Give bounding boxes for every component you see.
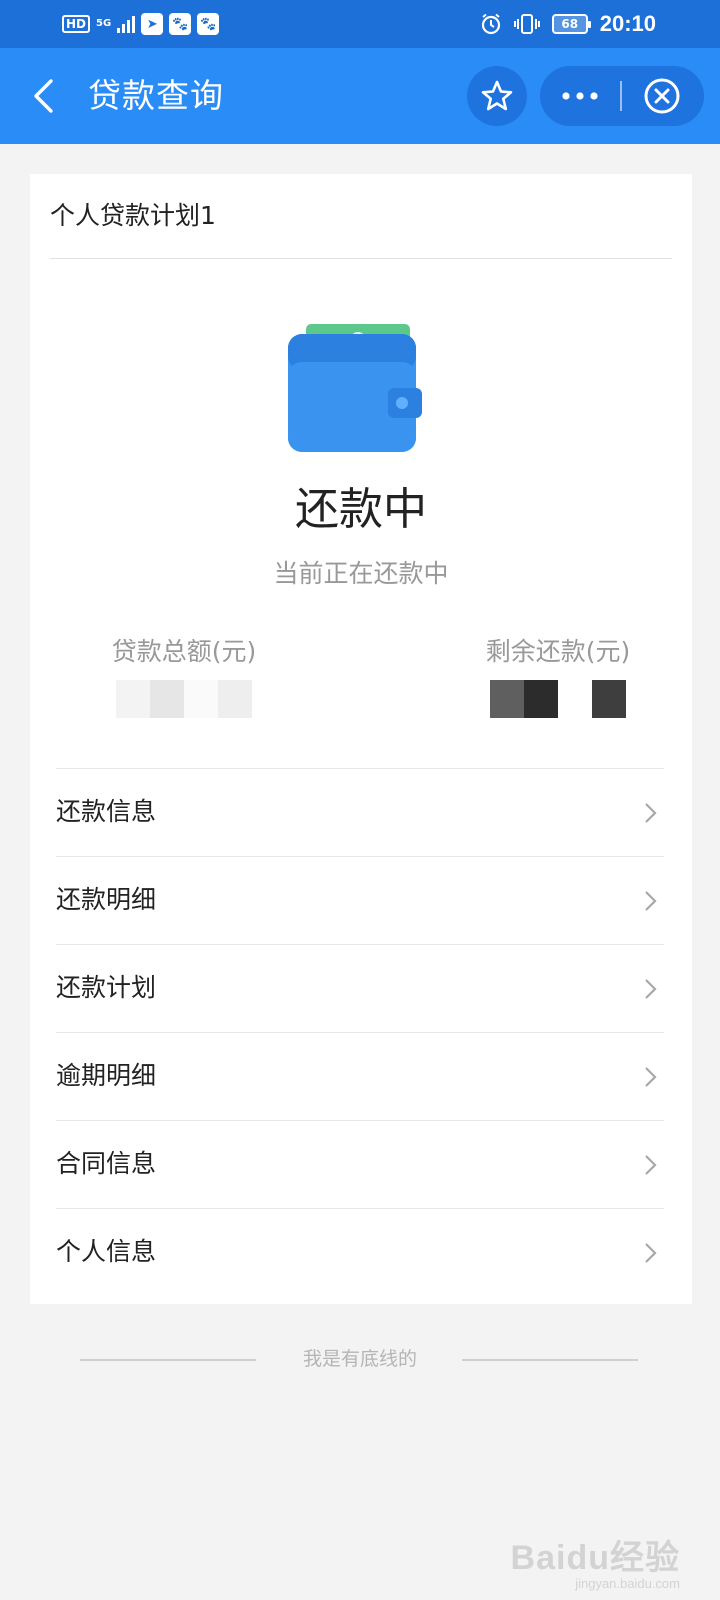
close-circle-icon [644,78,680,114]
total-amount-block: 贷款总额(元) [34,636,334,718]
menu-item-label: 合同信息 [56,1149,157,1178]
total-amount-label: 贷款总额(元) [111,637,257,666]
menu-item-label: 还款信息 [56,797,157,826]
status-bar: HD 5G ➤ 🐾 🐾 68 20:10 [0,0,720,48]
chevron-right-icon [645,979,657,999]
menu-item-label: 逾期明细 [56,1061,157,1090]
baidu-icon: 🐾 [169,13,192,35]
5g-icon: 5G [96,18,112,29]
menu-item-label: 个人信息 [56,1237,157,1266]
chevron-right-icon [645,1243,657,1263]
remaining-amount-value-obscured [408,680,708,718]
divider [50,258,672,259]
end-of-list-footer: 我是有底线的 [0,1340,720,1380]
watermark-logo-text: Baidu经验 [510,1539,680,1577]
loan-status-description: 当前正在还款中 [273,559,449,588]
status-time: 20:10 [599,11,656,36]
nav-bar: 贷款查询 [0,48,720,144]
back-icon [34,79,53,113]
status-left-indicators: HD 5G ➤ 🐾 🐾 [62,12,220,36]
hd-icon: HD [62,15,91,33]
baidu-icon: 🐾 [197,13,220,35]
watermark-url: jingyan.baidu.com [575,1576,680,1591]
back-button[interactable] [22,74,66,118]
loan-plan-card: 个人贷款计划1 还款中 当前正在还款中 贷款总额(元) 剩余还款(元) 还款信息 [30,174,692,1304]
divider [462,1359,638,1361]
loan-menu: 还款信息 还款明细 还款计划 逾期明细 合同信息 个人信息 [56,768,664,1296]
loan-status: 还款中 [295,484,427,535]
menu-item-label: 还款明细 [56,885,157,914]
more-icon [562,92,598,100]
mini-program-capsule [540,66,704,126]
chevron-right-icon [645,891,657,911]
menu-item-repayment-details[interactable]: 还款明细 [56,856,664,944]
more-button[interactable] [540,66,620,126]
signal-icon [117,15,136,33]
menu-item-repayment-plan[interactable]: 还款计划 [56,944,664,1032]
chevron-right-icon [645,1067,657,1087]
close-button[interactable] [622,66,702,126]
wallet-icon [288,324,422,452]
favorite-button[interactable] [467,66,527,126]
page-title: 贷款查询 [88,76,224,115]
star-icon [481,80,513,111]
menu-item-repayment-info[interactable]: 还款信息 [56,768,664,856]
remaining-amount-label: 剩余还款(元) [485,637,631,666]
total-amount-value-obscured [34,680,334,718]
chevron-right-icon [645,803,657,823]
menu-item-label: 还款计划 [56,973,157,1002]
menu-item-contract-info[interactable]: 合同信息 [56,1120,664,1208]
battery-icon: 68 [551,14,591,34]
status-right-indicators: 68 20:10 [480,10,656,38]
vibrate-icon [513,14,540,34]
plan-title: 个人贷款计划1 [50,201,216,230]
alarm-icon [481,13,500,35]
menu-item-personal-info[interactable]: 个人信息 [56,1208,664,1296]
baidu-watermark: Baidu经验 jingyan.baidu.com [511,1540,680,1592]
app-notification-icon: ➤ [141,13,164,35]
remaining-amount-block: 剩余还款(元) [408,636,708,718]
chevron-right-icon [645,1155,657,1175]
menu-item-overdue-details[interactable]: 逾期明细 [56,1032,664,1120]
